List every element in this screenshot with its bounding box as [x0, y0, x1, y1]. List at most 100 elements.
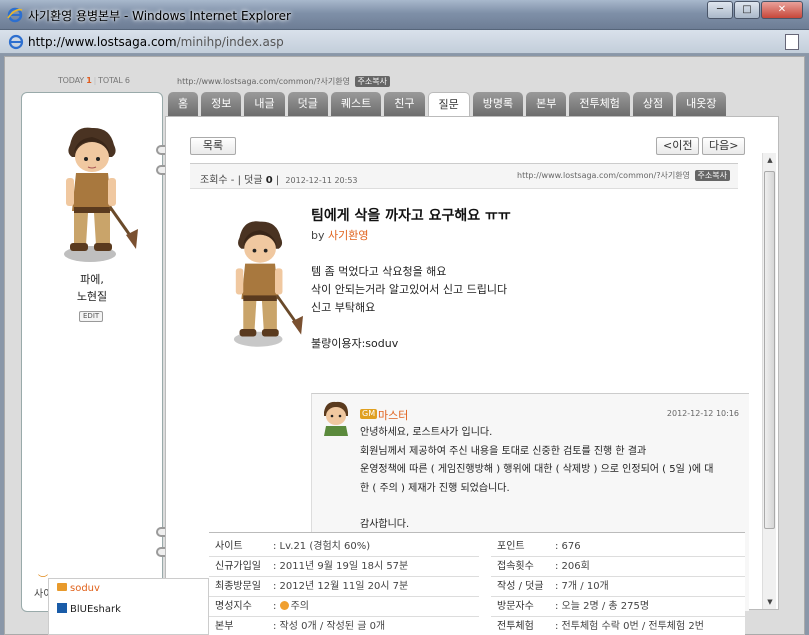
info-row: 포인트 : 676 [491, 537, 745, 557]
home-url-text: http://www.lostsaga.com/common/?사기환영 [177, 77, 350, 86]
address-url[interactable]: http://www.lostsaga.com/minihp/index.asp [28, 35, 284, 49]
reported-user: 불량이용자:soduv [311, 337, 399, 350]
close-button[interactable]: ✕ [761, 1, 803, 19]
tab-shop[interactable]: 상점 [632, 92, 674, 116]
info-row: 작성 / 덧글 : 7개 / 10개 [491, 577, 745, 597]
visitor-counter: TODAY 1 | TOTAL 6 [58, 76, 130, 85]
friend-item[interactable]: BlUEshark [57, 603, 121, 615]
info-row: 최종방문일 : 2012년 12월 11일 20시 7분 [209, 577, 479, 597]
reply-line [360, 498, 740, 516]
info-value: : 전투체험 수락 0번 / 전투체험 2번 [555, 621, 704, 632]
prev-button[interactable]: <이전 [656, 137, 700, 155]
friend-icon [57, 603, 67, 613]
total-count: 6 [124, 76, 130, 85]
post-line: 템 좀 먹었다고 삭요청을 해요 [311, 265, 447, 278]
info-label: 사이트 [215, 541, 243, 552]
info-prefix: : [273, 601, 280, 612]
fame-status: 주의 [290, 601, 309, 612]
scroll-thumb[interactable] [764, 171, 775, 529]
copy-url-button[interactable]: 주소복사 [354, 76, 390, 87]
info-value: : 2011년 9월 19일 18시 57분 [273, 561, 409, 572]
info-row: 신규가입일 : 2011년 9월 19일 18시 57분 [209, 557, 479, 577]
tab-guestbook[interactable]: 방명록 [472, 92, 524, 116]
scroll-down-icon[interactable]: ▼ [763, 595, 777, 609]
info-label: 최종방문일 [215, 581, 261, 592]
window-titlebar: 사기환영 용병본부 - Windows Internet Explorer ─ … [0, 0, 809, 30]
tab-home[interactable]: 홈 [168, 92, 199, 116]
info-label: 작성 / 덧글 [497, 581, 544, 592]
tab-quest[interactable]: 퀘스트 [330, 92, 382, 116]
next-button[interactable]: 다음> [702, 137, 746, 155]
reply-line: 운영정책에 따른 ( 게임진행방해 ) 행위에 대한 ( 삭제방 ) 으로 인정… [360, 464, 714, 475]
tab-wardrobe[interactable]: 내옷장 [676, 92, 727, 116]
tab-my-posts[interactable]: 내글 [244, 92, 285, 116]
ie-icon [7, 7, 23, 23]
address-bar[interactable]: http://www.lostsaga.com/minihp/index.asp [0, 30, 809, 54]
post-title: 팀에게 삭을 까자고 요구해요 ㅠㅠ [311, 208, 511, 224]
post-scrollbar[interactable]: ▲ ▼ [762, 153, 776, 609]
info-label: 접속횟수 [497, 561, 534, 572]
post-line: 삭이 안되는거라 알고있어서 신고 드립니다 [311, 283, 508, 296]
tab-info[interactable]: 정보 [201, 92, 242, 116]
info-row: 접속횟수 : 206회 [491, 557, 745, 577]
reply-line: 안녕하세요, 로스트사가 입니다. [360, 427, 493, 438]
compatibility-icon[interactable] [785, 34, 799, 50]
ie-page-icon [8, 34, 24, 50]
avatar [64, 127, 138, 262]
post-byline: by 사기환영 [311, 227, 368, 243]
info-value: : 2012년 12월 11일 20시 7분 [273, 581, 409, 592]
post-url-text: http://www.lostsaga.com/common/?사기환영 [517, 171, 690, 180]
info-value: : 작성 0개 / 작성된 글 0개 [273, 621, 386, 632]
tab-questions[interactable]: 질문 [427, 92, 470, 116]
profile-name: 파에, 노현질 [22, 271, 162, 305]
profile-card: 파에, 노현질 EDIT ︶ 사이 [21, 92, 163, 612]
info-value: : 주의 [273, 597, 309, 617]
tab-battle[interactable]: 전투체험 [569, 92, 630, 116]
home-url: http://www.lostsaga.com/common/?사기환영 주소복… [177, 76, 390, 87]
info-row: 명성지수 : 주의 [209, 597, 479, 617]
tab-hq[interactable]: 본부 [526, 92, 567, 116]
list-button[interactable]: 목록 [190, 137, 236, 155]
profile-name-line2: 노현질 [76, 290, 108, 303]
warning-icon [279, 601, 289, 610]
friend-name: soduv [70, 583, 100, 594]
window-controls: ─ □ ✕ [706, 1, 803, 19]
tab-comments[interactable]: 덧글 [287, 92, 328, 116]
gm-avatar [324, 401, 348, 436]
tab-bar: 홈 정보 내글 덧글 퀘스트 친구 질문 방명록 본부 전투체험 상점 내옷장 [168, 92, 729, 116]
post-body: 템 좀 먹었다고 삭요청을 해요 삭이 안되는거라 알고있어서 신고 드립니다 … [311, 263, 507, 353]
comments-count: 0 [265, 175, 273, 186]
info-label: 명성지수 [215, 601, 252, 612]
post-author[interactable]: 사기환영 [328, 229, 368, 242]
comments-label: 덧글 [244, 175, 263, 186]
info-value: : 7개 / 10개 [555, 581, 609, 592]
info-label: 방문자수 [497, 601, 534, 612]
maximize-button[interactable]: □ [734, 1, 760, 19]
edit-profile-button[interactable]: EDIT [79, 311, 104, 322]
info-row: 전투체험 : 전투체험 수락 0번 / 전투체험 2번 [491, 617, 745, 635]
friends-list: soduv BlUEshark [48, 578, 209, 635]
minimize-button[interactable]: ─ [707, 1, 733, 19]
views-label: 조회수 - [200, 175, 235, 186]
arrow-icon: ︶ [38, 575, 48, 586]
info-label: 포인트 [497, 541, 525, 552]
friend-item[interactable]: soduv [57, 583, 100, 594]
post-line: 신고 부탁해요 [311, 301, 376, 314]
friend-icon [57, 583, 67, 591]
reply-line: 회원님께서 제공하여 주신 내용을 토대로 신중한 검토를 진행 한 결과 [360, 445, 647, 457]
info-row: 본부 : 작성 0개 / 작성된 글 0개 [209, 617, 479, 635]
total-label: TOTAL [98, 76, 123, 85]
post-copy-button[interactable]: 주소복사 [694, 170, 730, 181]
info-label: 전투체험 [497, 621, 534, 632]
post-url: http://www.lostsaga.com/common/?사기환영 주소복… [517, 170, 730, 181]
info-row: 방문자수 : 오늘 2명 / 총 275명 [491, 597, 745, 617]
info-label: 신규가입일 [215, 561, 261, 572]
info-value: : Lv.21 (경험치 60%) [273, 541, 371, 552]
info-label: 본부 [215, 621, 234, 632]
scroll-up-icon[interactable]: ▲ [763, 153, 777, 167]
post-date: 2012-12-11 20:53 [285, 176, 358, 185]
info-value: : 오늘 2명 / 총 275명 [555, 601, 650, 612]
profile-name-line1: 파에, [80, 273, 104, 286]
tab-friends[interactable]: 친구 [384, 92, 425, 116]
author-avatar [233, 221, 303, 347]
